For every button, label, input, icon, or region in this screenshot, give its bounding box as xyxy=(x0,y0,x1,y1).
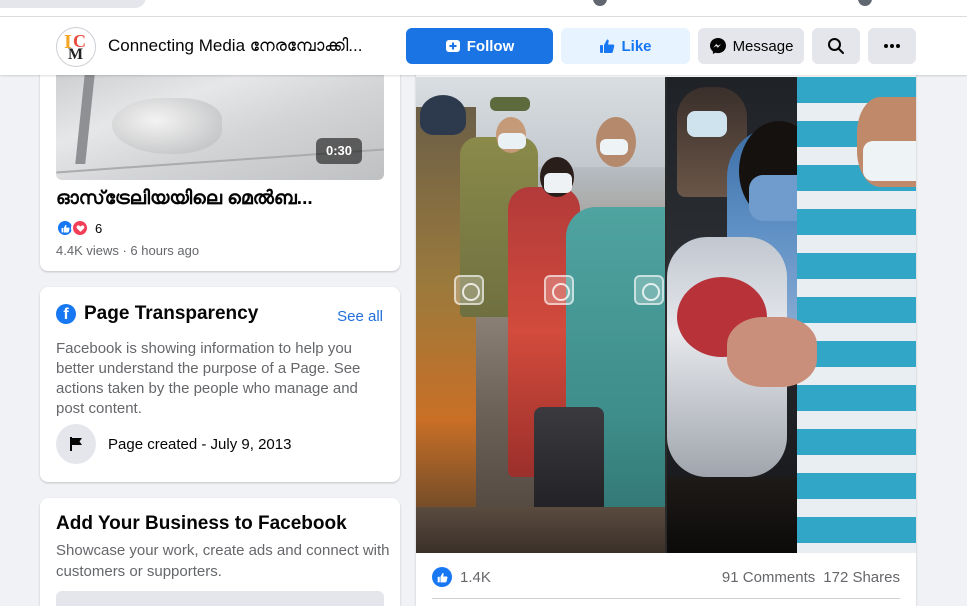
watermark-icon xyxy=(634,275,664,305)
like-label: Like xyxy=(621,37,652,55)
page-transparency-card: f Page Transparency See all Facebook is … xyxy=(40,287,400,482)
post-stats: 91 Comments 172 Shares xyxy=(722,569,900,586)
post-likes[interactable]: 1.4K xyxy=(432,567,491,587)
message-label: Message xyxy=(732,37,794,55)
business-description: Showcase your work, create ads and conne… xyxy=(56,542,390,580)
browser-top-strip xyxy=(0,0,967,17)
like-page-button[interactable]: Like xyxy=(561,28,690,64)
follow-button[interactable]: Follow xyxy=(406,28,553,64)
nav-dot-icon xyxy=(858,0,872,6)
thumbs-up-icon xyxy=(600,39,615,53)
page-name[interactable]: Connecting Media നേരമ്പോക്കി... xyxy=(108,36,393,56)
watermark-icon xyxy=(454,275,484,305)
watermark-icon xyxy=(544,275,574,305)
follow-plus-icon xyxy=(445,40,460,52)
like-reaction-icon xyxy=(432,567,452,587)
follow-label: Follow xyxy=(466,37,515,55)
page-created-row: Page created - July 9, 2013 xyxy=(56,424,291,464)
see-all-link[interactable]: See all xyxy=(337,308,383,325)
video-card: 0:30 ഓസ്‌ട്രേലിയയിലെ മെൽബ... 6 4.4K view… xyxy=(40,60,400,271)
business-action-button[interactable] xyxy=(56,591,384,606)
messenger-icon xyxy=(709,38,726,54)
video-meta: 4.4K views · 6 hours ago xyxy=(56,243,200,258)
like-count: 1.4K xyxy=(460,568,491,586)
post-card: 1.4K 91 Comments 172 Shares xyxy=(416,60,916,606)
thumbnail-rail xyxy=(75,74,95,164)
message-button[interactable]: Message xyxy=(698,28,804,64)
page-header: ICM Connecting Media നേരമ്പോക്കി... Foll… xyxy=(0,17,967,75)
more-dots-icon xyxy=(884,44,900,48)
video-duration: 0:30 xyxy=(316,138,363,164)
page-created-text: Page created - July 9, 2013 xyxy=(108,435,292,453)
more-options-button[interactable] xyxy=(868,28,916,64)
thumbnail-subject xyxy=(112,98,222,154)
nav-dot-icon xyxy=(593,0,607,6)
transparency-description: Facebook is showing information to help … xyxy=(56,340,361,417)
search-button[interactable] xyxy=(812,28,860,64)
video-title[interactable]: ഓസ്‌ട്രേലിയയിലെ മെൽബ... xyxy=(56,188,386,210)
shares-count[interactable]: 172 Shares xyxy=(823,569,900,586)
post-footer: 1.4K 91 Comments 172 Shares xyxy=(416,553,916,606)
reaction-count: 6 xyxy=(95,220,103,236)
nav-pill[interactable] xyxy=(0,0,146,8)
facebook-icon: f xyxy=(56,304,76,324)
footer-divider xyxy=(432,598,900,599)
reactions[interactable]: 6 xyxy=(56,219,102,237)
page-logo[interactable]: ICM xyxy=(56,27,96,67)
love-reaction-icon xyxy=(71,219,89,237)
photo-right-panel xyxy=(667,77,916,553)
photo-left-panel xyxy=(416,77,665,553)
business-title: Add Your Business to Facebook xyxy=(56,513,347,534)
transparency-header: f Page Transparency xyxy=(56,303,258,325)
add-business-card: Add Your Business to Facebook Showcase y… xyxy=(40,498,400,606)
flag-icon xyxy=(56,424,96,464)
comments-count[interactable]: 91 Comments xyxy=(722,569,815,586)
video-thumbnail[interactable]: 0:30 xyxy=(56,60,384,180)
search-icon xyxy=(828,38,844,54)
post-photo[interactable] xyxy=(416,77,916,553)
transparency-title: Page Transparency xyxy=(84,303,259,324)
